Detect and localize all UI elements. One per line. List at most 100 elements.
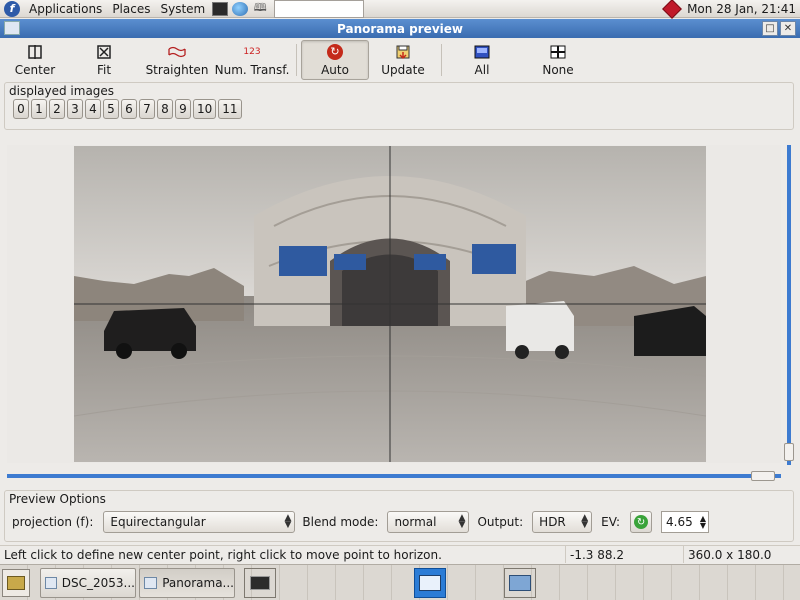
- image-toggle-10[interactable]: 10: [193, 99, 217, 119]
- task-label-panorama: Panorama...: [162, 576, 234, 590]
- terminal-launcher-icon[interactable]: [212, 1, 229, 16]
- fit-button[interactable]: Fit: [66, 40, 142, 80]
- numbers-icon: 123: [243, 46, 261, 57]
- update-notifier-icon[interactable]: [662, 0, 682, 19]
- all-label: All: [474, 62, 490, 77]
- desktop-icon: [7, 576, 25, 590]
- displayed-images-label: displayed images: [9, 84, 118, 98]
- window-titlebar[interactable]: Panorama preview □ ✕: [0, 19, 800, 38]
- chevron-updown-icon: ▲ ▼: [458, 513, 466, 530]
- vertical-slider-track: [787, 145, 791, 465]
- update-label: Update: [381, 62, 425, 77]
- ev-label: EV:: [601, 515, 621, 529]
- fedora-logo-icon[interactable]: f: [4, 0, 20, 17]
- show-all-button[interactable]: All: [446, 40, 518, 80]
- straighten-label: Straighten: [145, 62, 209, 77]
- image-toggle-3[interactable]: 3: [67, 99, 83, 119]
- show-none-button[interactable]: None: [518, 40, 598, 80]
- vertical-fov-slider[interactable]: [784, 145, 794, 465]
- blend-mode-select[interactable]: normal ▲ ▼: [387, 511, 470, 533]
- none-label: None: [542, 62, 574, 77]
- image-toggle-5[interactable]: 5: [103, 99, 119, 119]
- status-fov: 360.0 x 180.0: [688, 547, 772, 562]
- center-icon: [28, 44, 42, 60]
- ev-refresh-icon: ↻: [634, 515, 649, 529]
- hugin-window-icon: [144, 577, 158, 589]
- folder-window-icon: [509, 575, 531, 591]
- top-panel: f Applications Places System 🕮 Mon 28 Ja…: [0, 0, 800, 19]
- toolbar: Center Fit Straighten 123 Num. Transf. ↻…: [0, 38, 800, 82]
- status-coordinates: -1.3 88.2: [566, 546, 684, 563]
- menu-places[interactable]: Places: [107, 2, 155, 16]
- auto-label: Auto: [321, 62, 349, 77]
- image-toggle-7[interactable]: 7: [139, 99, 155, 119]
- preview-options-frame: Preview Options projection (f): Equirect…: [4, 490, 794, 542]
- ev-reset-button[interactable]: ↻: [630, 511, 653, 533]
- projection-value: Equirectangular: [110, 515, 206, 529]
- panel-search-input[interactable]: [274, 0, 365, 18]
- workspace-active[interactable]: [414, 568, 446, 598]
- menu-applications[interactable]: Applications: [24, 2, 107, 16]
- clock[interactable]: Mon 28 Jan, 21:41: [687, 2, 800, 16]
- displayed-images-frame: displayed images 0 1 2 3 4 5 6 7 8 9 10 …: [4, 82, 794, 130]
- numerical-transform-button[interactable]: 123 Num. Transf.: [212, 40, 292, 80]
- panorama-window-icon: [419, 575, 441, 591]
- workspace-1[interactable]: [244, 568, 276, 598]
- no-images-icon: [550, 44, 566, 60]
- web-browser-launcher-icon[interactable]: [232, 1, 249, 16]
- terminal-window-icon: [250, 576, 270, 590]
- image-toggle-6[interactable]: 6: [121, 99, 137, 119]
- blend-mode-value: normal: [394, 515, 437, 529]
- taskbar-task-dsc[interactable]: DSC_2053...: [40, 568, 136, 598]
- update-button[interactable]: Update: [369, 40, 437, 80]
- image-toggle-9[interactable]: 9: [175, 99, 191, 119]
- maximize-button[interactable]: □: [762, 21, 778, 36]
- workspace-folder[interactable]: [504, 568, 536, 598]
- close-button[interactable]: ✕: [780, 21, 796, 36]
- panorama-preview-canvas[interactable]: [74, 146, 706, 462]
- window-menu-icon[interactable]: [4, 21, 20, 35]
- show-desktop-button[interactable]: [2, 569, 30, 597]
- auto-button[interactable]: ↻ Auto: [301, 40, 369, 80]
- straighten-icon: [168, 44, 186, 60]
- taskbar-task-panorama[interactable]: Panorama...: [139, 568, 235, 598]
- task-label-dsc: DSC_2053...: [61, 576, 135, 590]
- preview-options-label: Preview Options: [9, 492, 109, 506]
- chevron-updown-icon: ▲ ▼: [284, 513, 292, 530]
- numerical-transform-label: Num. Transf.: [214, 62, 290, 77]
- preview-options-row: projection (f): Equirectangular ▲ ▼ Blend…: [12, 511, 710, 533]
- output-select[interactable]: HDR ▲ ▼: [532, 511, 593, 533]
- auto-refresh-icon: ↻: [327, 43, 343, 60]
- ev-spinbox[interactable]: 4.65 ▲ ▼: [661, 511, 710, 533]
- vertical-slider-handle[interactable]: [784, 443, 794, 461]
- output-value: HDR: [539, 515, 566, 529]
- ev-value: 4.65: [666, 515, 693, 529]
- preview-area: [7, 145, 781, 463]
- center-button[interactable]: Center: [4, 40, 66, 80]
- horizontal-fov-slider[interactable]: [7, 471, 781, 481]
- menu-system[interactable]: System: [155, 2, 210, 16]
- all-images-icon: [474, 44, 490, 60]
- image-toggle-4[interactable]: 4: [85, 99, 101, 119]
- image-toggle-8[interactable]: 8: [157, 99, 173, 119]
- chevron-updown-icon: ▲ ▼: [581, 513, 589, 530]
- horizontal-slider-handle[interactable]: [751, 471, 775, 481]
- image-toggle-2[interactable]: 2: [49, 99, 65, 119]
- image-toggle-11[interactable]: 11: [218, 99, 242, 119]
- fit-label: Fit: [96, 62, 112, 77]
- status-message: Left click to define new center point, r…: [0, 546, 566, 563]
- dictionary-launcher-icon[interactable]: 🕮: [252, 1, 268, 16]
- spin-arrows-icon[interactable]: ▲ ▼: [700, 515, 706, 530]
- statusbar: Left click to define new center point, r…: [0, 545, 800, 563]
- straighten-button[interactable]: Straighten: [142, 40, 212, 80]
- blend-mode-label: Blend mode:: [302, 515, 379, 529]
- image-toggle-0[interactable]: 0: [13, 99, 29, 119]
- window-title: Panorama preview: [337, 21, 463, 36]
- projection-select[interactable]: Equirectangular ▲ ▼: [103, 511, 296, 533]
- horizontal-slider-track: [7, 474, 781, 478]
- projection-label: projection (f):: [12, 515, 94, 529]
- toolbar-separator: [296, 44, 297, 76]
- image-toggle-1[interactable]: 1: [31, 99, 47, 119]
- hugin-window-icon: [45, 577, 57, 589]
- toolbar-separator-2: [441, 44, 442, 76]
